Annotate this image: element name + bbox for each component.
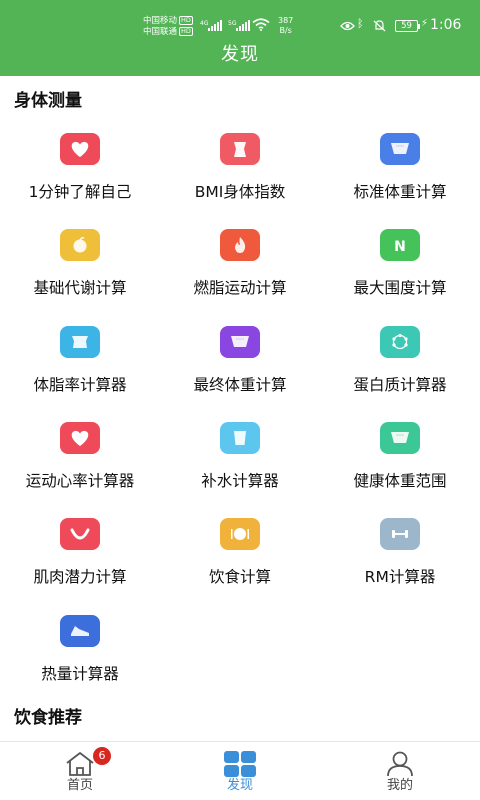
tool-item[interactable]: 热量计算器 <box>0 615 160 711</box>
tool-item[interactable]: 标准体重计算 <box>320 133 480 229</box>
tool-item[interactable]: 1分钟了解自己 <box>0 133 160 229</box>
bowl-icon <box>60 518 100 550</box>
heart-icon <box>60 422 100 454</box>
nav-mine[interactable]: 我的 <box>320 742 480 800</box>
nav-discover[interactable]: 发现 <box>160 742 320 800</box>
tool-item[interactable]: 蛋白质计算器 <box>320 326 480 422</box>
dumbbell-icon <box>380 518 420 550</box>
tool-label: 运动心率计算器 <box>25 472 135 490</box>
tool-item[interactable]: 饮食计算 <box>160 518 320 614</box>
hd-badge-1: HD <box>179 16 193 25</box>
tool-item[interactable]: 最终体重计算 <box>160 326 320 422</box>
tool-label: 健康体重范围 <box>353 472 447 490</box>
home-badge: 6 <box>93 747 111 765</box>
section-title-diet: 饮食推荐 <box>14 708 82 728</box>
plate-icon <box>220 518 260 550</box>
tool-label: RM计算器 <box>364 568 436 586</box>
speed-unit: B/s <box>279 26 292 35</box>
bluetooth-icon: ᛒ <box>357 17 364 30</box>
tool-label: 标准体重计算 <box>353 183 447 201</box>
tool-item[interactable]: BMI身体指数 <box>160 133 320 229</box>
tool-label: 热量计算器 <box>41 665 119 683</box>
nav-discover-label: 发现 <box>226 778 253 793</box>
hd-badge-2: HD <box>179 27 193 36</box>
battery-icon: 59 <box>395 20 420 32</box>
page-title: 发现 <box>221 44 259 65</box>
tool-label: 蛋白质计算器 <box>353 376 447 394</box>
torso-icon <box>60 326 100 358</box>
signal-icon <box>208 17 222 31</box>
status-bar: 中国移动 HD 中国联通 HD 4G 5G 387 B/s ᛒ 59 ⚡ 1:0… <box>0 0 480 38</box>
nav-mine-label: 我的 <box>386 778 413 793</box>
scale-icon <box>380 422 420 454</box>
tool-label: 基础代谢计算 <box>33 279 127 297</box>
speed-value: 387 <box>278 16 294 25</box>
tool-label: 饮食计算 <box>208 568 271 586</box>
mute-bell-icon <box>373 20 386 32</box>
tool-label: 1分钟了解自己 <box>28 183 132 201</box>
tool-label: 补水计算器 <box>201 472 279 490</box>
battery-level: 59 <box>401 21 412 31</box>
scale-icon <box>380 133 420 165</box>
status-time: 1:06 <box>430 17 462 33</box>
network-speed: 387 B/s <box>278 16 293 36</box>
charging-icon: ⚡ <box>421 18 429 29</box>
cup-icon <box>220 422 260 454</box>
tool-label: 体脂率计算器 <box>33 376 127 394</box>
scale-icon <box>220 326 260 358</box>
carrier-2: 中国联通 <box>143 27 178 37</box>
tool-item[interactable]: N 最大围度计算 <box>320 229 480 325</box>
section-title-body-measure: 身体测量 <box>14 91 82 111</box>
tool-item[interactable]: 运动心率计算器 <box>0 422 160 518</box>
shoe-icon <box>60 615 100 647</box>
tool-item[interactable]: 健康体重范围 <box>320 422 480 518</box>
eye-icon <box>340 21 355 31</box>
tool-item[interactable]: 补水计算器 <box>160 422 320 518</box>
bottom-nav: 6 首页 发现 我的 <box>0 741 480 800</box>
app-header: 中国移动 HD 中国联通 HD 4G 5G 387 B/s ᛒ 59 ⚡ 1:0… <box>0 0 480 76</box>
nav-home-label: 首页 <box>66 778 93 793</box>
tool-item[interactable]: 基础代谢计算 <box>0 229 160 325</box>
svg-text:N: N <box>394 239 406 255</box>
nav-home[interactable]: 6 首页 <box>0 742 160 800</box>
n-letter-icon: N <box>380 229 420 261</box>
signal-icon-2 <box>236 17 250 31</box>
peach-icon <box>60 229 100 261</box>
tool-label: BMI身体指数 <box>194 183 286 201</box>
heart-icon <box>60 133 100 165</box>
molecule-icon <box>380 326 420 358</box>
tool-item[interactable]: 燃脂运动计算 <box>160 229 320 325</box>
tool-label: 燃脂运动计算 <box>193 279 287 297</box>
carrier-info: 中国移动 HD 中国联通 HD <box>143 16 193 38</box>
flame-icon <box>220 229 260 261</box>
carrier-1: 中国移动 <box>143 16 178 26</box>
waist-icon <box>220 133 260 165</box>
tool-label: 最终体重计算 <box>193 376 287 394</box>
tool-label: 最大围度计算 <box>353 279 447 297</box>
tool-label: 肌肉潜力计算 <box>33 568 127 586</box>
tool-item[interactable]: 体脂率计算器 <box>0 326 160 422</box>
wifi-icon <box>252 18 270 31</box>
tool-item[interactable]: RM计算器 <box>320 518 480 614</box>
tool-item[interactable]: 肌肉潜力计算 <box>0 518 160 614</box>
